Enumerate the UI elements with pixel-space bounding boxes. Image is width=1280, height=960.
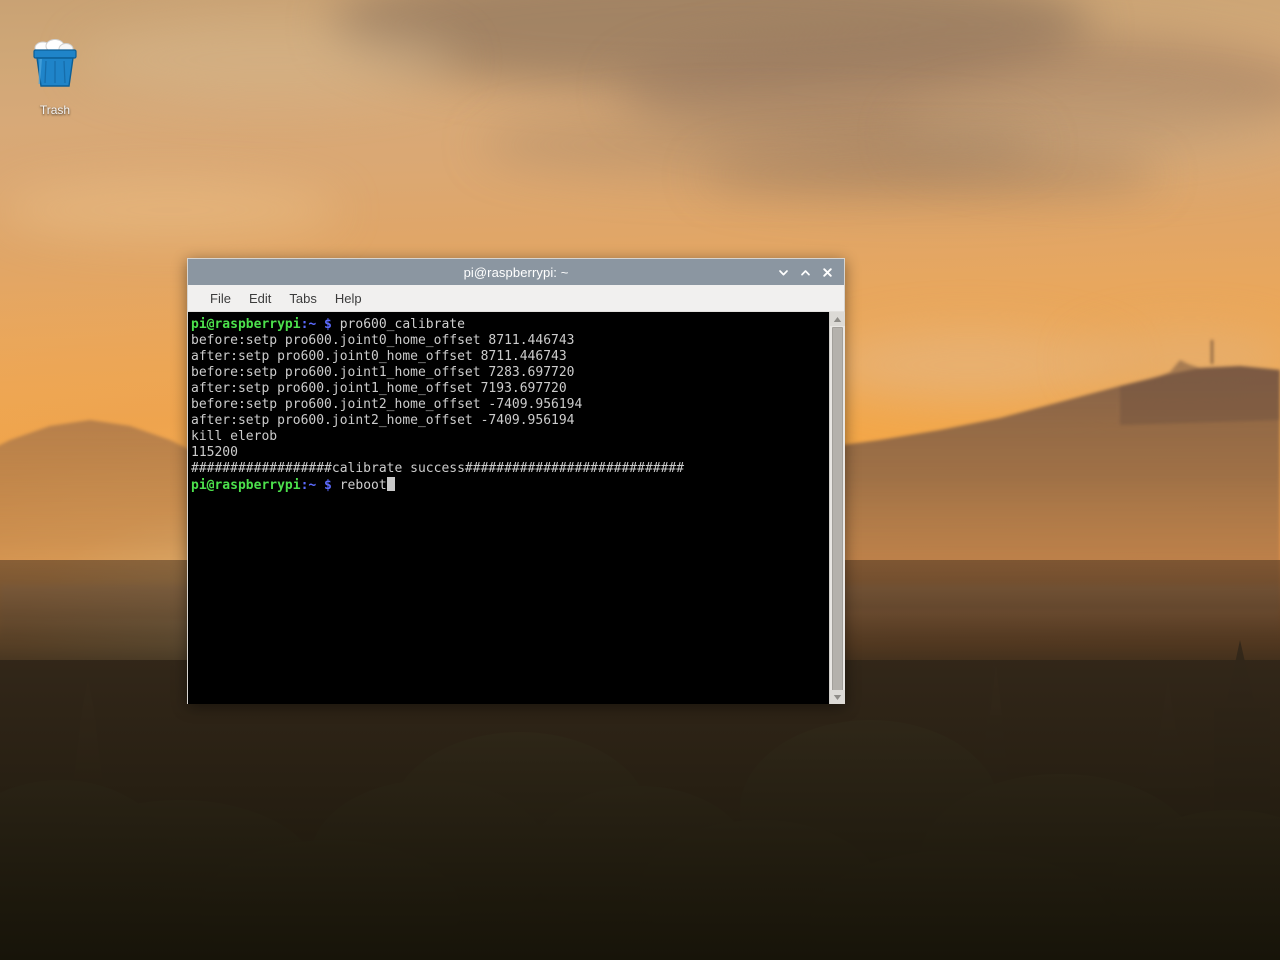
terminal-output: before:setp pro600.joint2_home_offset -7…	[191, 397, 582, 412]
window-titlebar[interactable]: pi@raspberrypi: ~	[188, 259, 844, 285]
scrollbar-down-button[interactable]	[830, 690, 845, 704]
terminal-cursor	[387, 477, 395, 491]
desktop[interactable]: Trash pi@raspberrypi: ~	[0, 0, 1280, 960]
close-icon	[821, 266, 834, 279]
menu-bar: File Edit Tabs Help	[188, 285, 844, 312]
terminal-output: after:setp pro600.joint0_home_offset 871…	[191, 349, 567, 364]
terminal-scrollbar[interactable]	[829, 312, 844, 704]
trash-icon	[18, 36, 92, 92]
close-button[interactable]	[816, 261, 838, 283]
terminal-line: pi@raspberrypi:~ $ pro600_calibrate	[191, 317, 829, 333]
terminal-output: 115200	[191, 445, 238, 460]
terminal-output: before:setp pro600.joint0_home_offset 87…	[191, 333, 575, 348]
terminal-window[interactable]: pi@raspberrypi: ~	[187, 258, 845, 704]
terminal-line: after:setp pro600.joint1_home_offset 719…	[191, 381, 829, 397]
menu-item-edit[interactable]: Edit	[240, 288, 280, 309]
terminal-output: before:setp pro600.joint1_home_offset 72…	[191, 365, 575, 380]
menu-item-file[interactable]: File	[201, 288, 240, 309]
terminal-line: after:setp pro600.joint2_home_offset -74…	[191, 413, 829, 429]
scrollbar-thumb[interactable]	[832, 327, 843, 691]
terminal-line: before:setp pro600.joint1_home_offset 72…	[191, 365, 829, 381]
maximize-button[interactable]	[794, 261, 816, 283]
terminal-output: ##################calibrate success#####…	[191, 461, 684, 476]
window-controls	[772, 259, 838, 285]
scrollbar-up-button[interactable]	[830, 312, 845, 326]
terminal-line: after:setp pro600.joint0_home_offset 871…	[191, 349, 829, 365]
prompt-symbol: $	[316, 478, 339, 493]
caret-up-icon	[833, 316, 842, 323]
caret-down-icon	[833, 694, 842, 701]
desktop-icon-trash[interactable]: Trash	[18, 36, 92, 117]
prompt-symbol: $	[316, 317, 339, 332]
terminal-line: ##################calibrate success#####…	[191, 461, 829, 477]
terminal-line: 115200	[191, 445, 829, 461]
terminal-command: pro600_calibrate	[340, 317, 465, 332]
terminal-output: after:setp pro600.joint1_home_offset 719…	[191, 381, 567, 396]
chevron-down-icon	[777, 266, 790, 279]
scrollbar-track[interactable]	[830, 326, 845, 690]
terminal-screen[interactable]: pi@raspberrypi:~ $ pro600_calibratebefor…	[189, 312, 829, 704]
window-title: pi@raspberrypi: ~	[464, 265, 569, 280]
terminal-output: after:setp pro600.joint2_home_offset -74…	[191, 413, 575, 428]
prompt-path: :~	[301, 317, 317, 332]
terminal-line: before:setp pro600.joint0_home_offset 87…	[191, 333, 829, 349]
prompt-user: pi@raspberrypi	[191, 478, 301, 493]
chevron-up-icon	[799, 266, 812, 279]
terminal-line: kill elerob	[191, 429, 829, 445]
terminal-output: kill elerob	[191, 429, 277, 444]
terminal-line: pi@raspberrypi:~ $ reboot	[191, 477, 829, 493]
desktop-icon-label: Trash	[18, 103, 92, 117]
terminal-command: reboot	[340, 478, 387, 493]
menu-item-help[interactable]: Help	[326, 288, 371, 309]
terminal-body: pi@raspberrypi:~ $ pro600_calibratebefor…	[188, 312, 844, 704]
menu-item-tabs[interactable]: Tabs	[280, 288, 325, 309]
prompt-user: pi@raspberrypi	[191, 317, 301, 332]
prompt-path: :~	[301, 478, 317, 493]
terminal-line: before:setp pro600.joint2_home_offset -7…	[191, 397, 829, 413]
minimize-button[interactable]	[772, 261, 794, 283]
